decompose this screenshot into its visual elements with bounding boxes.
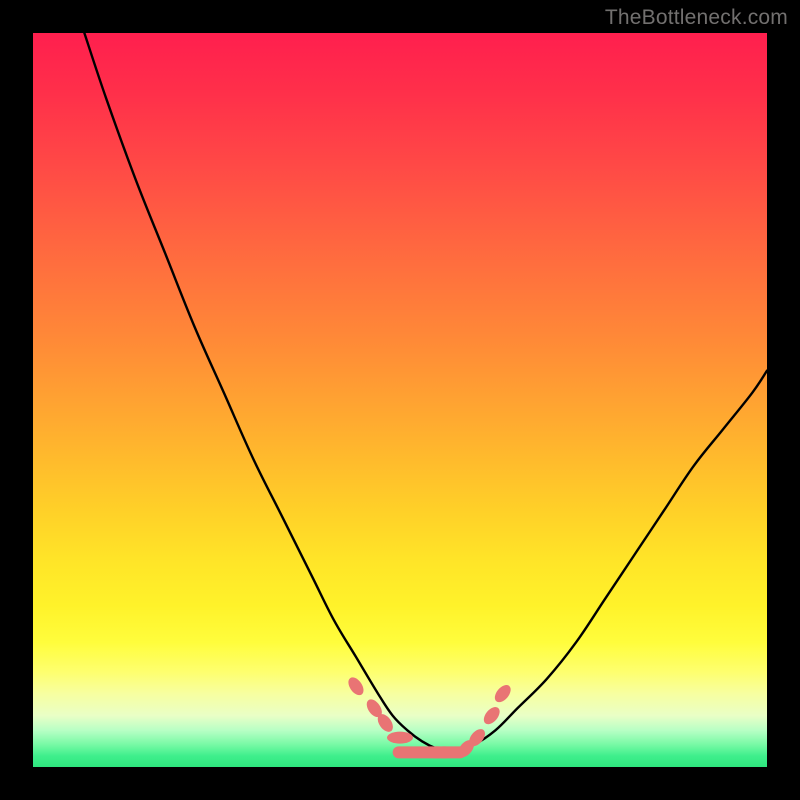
left-curve (84, 33, 451, 752)
chart-frame: TheBottleneck.com (0, 0, 800, 800)
watermark-text: TheBottleneck.com (605, 6, 788, 30)
valley-bead (492, 682, 514, 705)
valley-flat-bead (393, 746, 466, 758)
valley-bead (481, 704, 503, 727)
valley-bead (387, 732, 413, 744)
valley-bead (345, 675, 366, 698)
curve-layer (33, 33, 767, 767)
plot-area (33, 33, 767, 767)
